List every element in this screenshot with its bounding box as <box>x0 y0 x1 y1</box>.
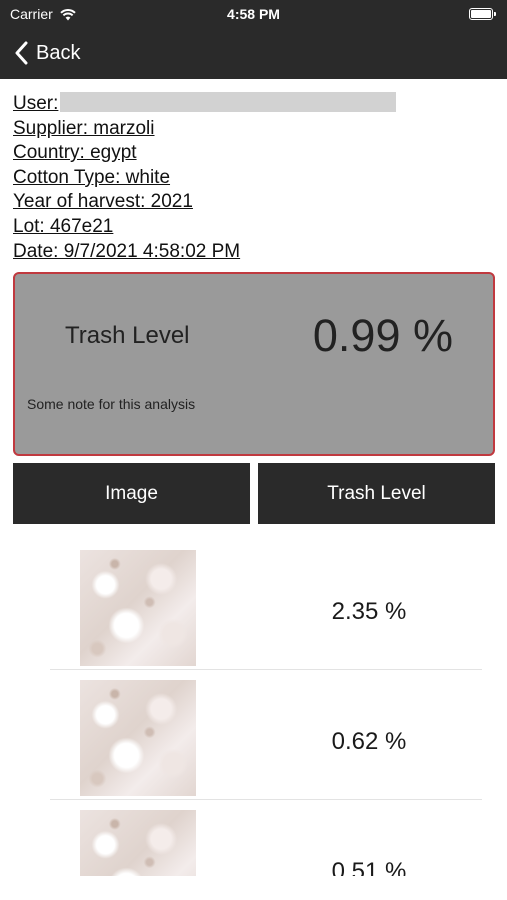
summary-note: Some note for this analysis <box>27 396 196 412</box>
results-list[interactable]: 2.35 % 0.62 % 0.51 % <box>0 540 507 876</box>
redacted-user <box>60 92 397 112</box>
sample-thumbnail <box>80 550 196 666</box>
trash-percentage: 0.62 % <box>331 728 407 755</box>
back-button[interactable]: Back <box>14 38 80 68</box>
navigation-bar: Carrier 4:58 PM Back <box>0 0 507 79</box>
cotton-type-line: Cotton Type: white <box>13 166 171 188</box>
trash-level-summary: Trash Level 0.99 % Some note for this an… <box>13 272 495 456</box>
summary-label: Trash Level <box>65 322 190 349</box>
trash-percentage: 2.35 % <box>331 598 407 625</box>
sample-thumbnail <box>80 810 196 876</box>
country-line: Country: egypt <box>13 142 137 164</box>
lot-line: Lot: 467e21 <box>13 215 114 237</box>
analysis-info: User: Supplier: marzoli Country: egypt C… <box>13 92 493 264</box>
sample-thumbnail <box>80 680 196 796</box>
summary-value: 0.99 % <box>312 310 453 361</box>
list-item[interactable]: 2.35 % <box>0 540 507 670</box>
status-time: 4:58 PM <box>227 6 280 22</box>
user-line: User: <box>13 92 493 117</box>
supplier-line: Supplier: marzoli <box>13 117 155 139</box>
date-line: Date: 9/7/2021 4:58:02 PM <box>13 240 241 262</box>
user-label: User: <box>13 93 59 114</box>
trash-level-button[interactable]: Trash Level <box>258 463 495 524</box>
battery-icon <box>469 8 496 20</box>
status-bar: Carrier 4:58 PM <box>0 0 507 28</box>
trash-percentage: 0.51 % <box>331 858 407 876</box>
list-item[interactable]: 0.62 % <box>0 670 507 800</box>
back-label: Back <box>36 41 81 64</box>
year-of-harvest-line: Year of harvest: 2021 <box>13 191 193 213</box>
list-item[interactable]: 0.51 % <box>0 800 507 876</box>
chevron-left-icon <box>15 41 28 65</box>
image-button[interactable]: Image <box>13 463 250 524</box>
